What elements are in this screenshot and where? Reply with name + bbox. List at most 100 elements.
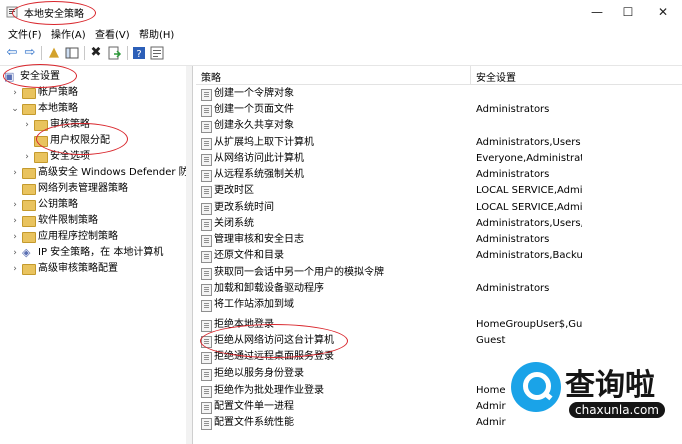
column-header-setting[interactable]: 安全设置	[476, 69, 516, 84]
menu-help[interactable]: 帮助(H)	[139, 26, 174, 41]
tree-scrollbar[interactable]	[186, 66, 192, 444]
window-title: 本地安全策略	[24, 9, 84, 20]
policy-name: 拒绝从网络访问这台计算机	[214, 335, 334, 346]
policy-icon	[201, 300, 212, 312]
collapse-arrow-icon[interactable]: ⌄	[10, 101, 20, 117]
table-row[interactable]: 更改时区 LOCAL SERVICE,Admi...	[196, 183, 682, 199]
magnifier-logo-icon	[511, 362, 561, 412]
expand-arrow-icon[interactable]: ›	[10, 213, 20, 229]
table-row[interactable]: 从网络访问此计算机 Everyone,Administrat...	[196, 151, 682, 167]
policy-icon	[201, 186, 212, 198]
tree-node-label: 高级审核策略配置	[38, 263, 118, 274]
tree-node-label: 网络列表管理器策略	[38, 183, 128, 194]
delete-icon[interactable]: ✖	[88, 45, 104, 61]
help-icon[interactable]: ?	[131, 45, 147, 61]
table-row[interactable]: 从扩展坞上取下计算机 Administrators,Users	[196, 135, 682, 151]
computer-settings-icon: ▣	[4, 70, 15, 83]
policy-icon	[201, 369, 212, 381]
expand-arrow-icon[interactable]: ›	[22, 149, 32, 165]
tree-node-label: 安全选项	[50, 151, 90, 162]
show-hide-tree-icon[interactable]	[64, 45, 80, 61]
table-row[interactable]: 管理审核和安全日志 Administrators	[196, 232, 682, 248]
policy-name: 配置文件系统性能	[214, 417, 294, 428]
policy-setting: Administrators	[476, 234, 550, 245]
svg-text:?: ?	[136, 49, 141, 60]
policy-setting: Administrators,Users	[476, 137, 581, 148]
folder-icon	[22, 184, 36, 195]
back-arrow-icon[interactable]: ⇦	[4, 45, 20, 61]
policy-icon	[201, 386, 212, 398]
table-row[interactable]: 获取同一会话中另一个用户的模拟令牌	[196, 265, 682, 281]
maximize-button[interactable]: ☐	[613, 2, 643, 22]
expand-arrow-icon[interactable]: ›	[10, 197, 20, 213]
table-row[interactable]: 加载和卸载设备驱动程序 Administrators	[196, 281, 682, 297]
expand-arrow-icon[interactable]: ›	[10, 165, 20, 181]
table-row[interactable]: 创建永久共享对象	[196, 118, 682, 134]
policy-setting: Administrators	[476, 283, 550, 294]
tree-node-label: 本地策略	[38, 103, 78, 114]
folder-icon	[22, 104, 36, 115]
minimize-button[interactable]: —	[582, 2, 612, 22]
column-divider[interactable]	[470, 66, 471, 84]
table-row[interactable]: 创建一个页面文件 Administrators	[196, 102, 682, 118]
column-header-policy[interactable]: 策略	[201, 69, 221, 84]
watermark-text: 查询啦	[565, 368, 655, 403]
policy-name: 配置文件单一进程	[214, 401, 294, 412]
tree-node-label: 应用程序控制策略	[38, 231, 118, 242]
tree-node-label: 用户权限分配	[50, 135, 110, 146]
expand-arrow-icon[interactable]: ›	[10, 229, 20, 245]
folder-icon	[34, 152, 48, 163]
policy-name: 关闭系统	[214, 218, 254, 229]
policy-name: 从远程系统强制关机	[214, 169, 304, 180]
tree-node-label: 安全设置	[20, 71, 60, 82]
expand-arrow-icon[interactable]: ›	[10, 245, 20, 261]
app-icon	[6, 6, 18, 18]
table-row[interactable]: 将工作站添加到域	[196, 297, 682, 313]
policy-icon	[201, 284, 212, 296]
expand-arrow-icon[interactable]: ›	[10, 261, 20, 277]
up-folder-icon[interactable]: ▲	[46, 45, 62, 61]
policy-name: 拒绝作为批处理作业登录	[214, 385, 324, 396]
tree-node-label: 高级安全 Windows Defender 防火墙	[38, 167, 193, 178]
folder-icon	[22, 232, 36, 243]
tree-node-label: 帐户策略	[38, 87, 78, 98]
table-row[interactable]: 还原文件和目录 Administrators,Backu...	[196, 248, 682, 264]
table-row[interactable]: 拒绝从网络访问这台计算机 Guest	[196, 333, 682, 349]
toolbar-separator	[41, 46, 42, 60]
policy-name: 创建一个令牌对象	[214, 88, 294, 99]
table-row[interactable]: 创建一个令牌对象	[196, 86, 682, 102]
policy-icon	[201, 352, 212, 364]
expand-arrow-icon[interactable]: ›	[10, 85, 20, 101]
table-row[interactable]: 更改系统时间 LOCAL SERVICE,Admi...	[196, 200, 682, 216]
menu-file[interactable]: 文件(F)	[8, 26, 42, 41]
expand-arrow-icon[interactable]: ›	[22, 117, 32, 133]
toolbar-separator	[127, 46, 128, 60]
policy-name: 加载和卸载设备驱动程序	[214, 283, 324, 294]
forward-arrow-icon[interactable]: ⇨	[22, 45, 38, 61]
table-row[interactable]: 从远程系统强制关机 Administrators	[196, 167, 682, 183]
policy-name: 更改时区	[214, 185, 254, 196]
policy-icon	[201, 336, 212, 348]
menu-view[interactable]: 查看(V)	[95, 26, 130, 41]
menu-action[interactable]: 操作(A)	[51, 26, 86, 41]
properties-icon[interactable]	[149, 45, 165, 61]
table-row[interactable]: 关闭系统 Administrators,Users,...	[196, 216, 682, 232]
policy-icon	[201, 418, 212, 430]
folder-icon	[34, 136, 48, 147]
policy-icon	[201, 89, 212, 101]
folder-icon	[22, 88, 36, 99]
policy-name: 创建永久共享对象	[214, 120, 294, 131]
policy-setting: HomeGroupUser$,Gu...	[476, 319, 582, 330]
close-button[interactable]: ✕	[648, 2, 678, 22]
policy-icon	[201, 138, 212, 150]
policy-name: 拒绝本地登录	[214, 319, 274, 330]
export-list-icon[interactable]	[106, 45, 122, 61]
policy-name: 从扩展坞上取下计算机	[214, 137, 314, 148]
policy-icon	[201, 121, 212, 133]
policy-name: 将工作站添加到域	[214, 299, 294, 310]
policy-name: 拒绝以服务身份登录	[214, 368, 304, 379]
watermark-logo: 查询啦 chaxunla.com	[505, 358, 675, 430]
folder-icon	[22, 264, 36, 275]
policy-name: 管理审核和安全日志	[214, 234, 304, 245]
table-row[interactable]: 拒绝本地登录 HomeGroupUser$,Gu...	[196, 317, 682, 333]
